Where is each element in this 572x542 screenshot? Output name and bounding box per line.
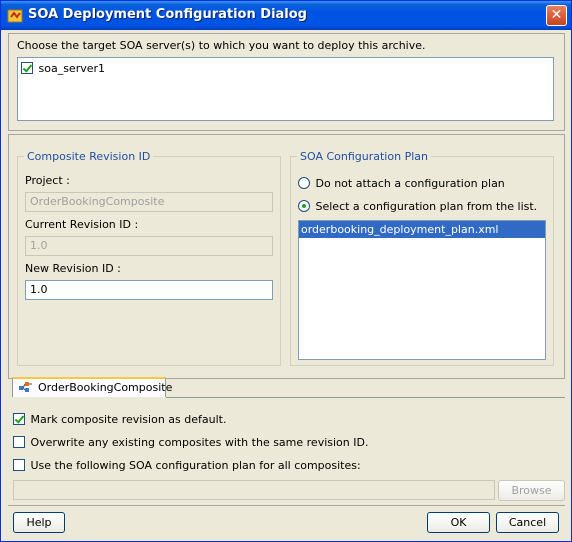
project-label: Project : xyxy=(25,174,70,187)
tab-strip-line xyxy=(166,397,565,398)
radio-select-plan[interactable]: Select a configuration plan from the lis… xyxy=(298,199,537,213)
project-field: OrderBookingComposite xyxy=(25,192,273,212)
title-bar[interactable]: SOA Deployment Configuration Dialog ✕ xyxy=(1,1,571,30)
overwrite-option[interactable]: Overwrite any existing composites with t… xyxy=(13,435,368,449)
window-title: SOA Deployment Configuration Dialog xyxy=(28,7,307,22)
composite-revision-group: Composite Revision ID Project : OrderBoo… xyxy=(17,150,281,366)
plan-path-field xyxy=(13,480,495,500)
config-plan-group: SOA Configuration Plan Do not attach a c… xyxy=(290,150,554,366)
use-plan-option[interactable]: Use the following SOA configuration plan… xyxy=(13,458,361,472)
ok-button[interactable]: OK xyxy=(427,512,490,533)
mark-default-label: Mark composite revision as default. xyxy=(30,412,227,426)
server-item[interactable]: soa_server1 xyxy=(21,61,105,75)
config-plan-title: SOA Configuration Plan xyxy=(297,150,431,163)
cancel-button[interactable]: Cancel xyxy=(496,512,559,533)
new-revision-label: New Revision ID : xyxy=(25,262,121,275)
radio-no-plan[interactable]: Do not attach a configuration plan xyxy=(298,176,505,190)
server-name: soa_server1 xyxy=(38,61,106,75)
tab-label: OrderBookingComposite xyxy=(38,381,173,394)
separator xyxy=(8,505,565,506)
radio-no-plan-button[interactable] xyxy=(298,177,310,189)
browse-button: Browse xyxy=(498,480,565,501)
close-button[interactable]: ✕ xyxy=(546,5,567,26)
server-checkbox[interactable] xyxy=(21,62,33,74)
tab-order-booking-composite[interactable]: OrderBookingComposite xyxy=(12,377,172,397)
plan-list-item[interactable]: orderbooking_deployment_plan.xml xyxy=(299,221,545,238)
dialog-window: SOA Deployment Configuration Dialog ✕ Ch… xyxy=(0,0,572,542)
app-icon xyxy=(7,8,23,24)
overwrite-checkbox[interactable] xyxy=(13,436,25,448)
composite-icon xyxy=(18,380,34,397)
radio-select-plan-button[interactable] xyxy=(298,200,310,212)
help-button[interactable]: Help xyxy=(13,512,65,533)
overwrite-label: Overwrite any existing composites with t… xyxy=(30,435,369,449)
server-section: Choose the target SOA server(s) to which… xyxy=(8,33,565,131)
current-revision-field: 1.0 xyxy=(25,236,273,256)
composite-tab-panel: Composite Revision ID Project : OrderBoo… xyxy=(8,134,565,379)
use-plan-label: Use the following SOA configuration plan… xyxy=(30,458,361,472)
composite-revision-title: Composite Revision ID xyxy=(24,150,154,163)
mark-default-checkbox[interactable] xyxy=(13,413,25,425)
use-plan-checkbox[interactable] xyxy=(13,459,25,471)
radio-no-plan-label: Do not attach a configuration plan xyxy=(315,176,505,190)
plan-list[interactable]: orderbooking_deployment_plan.xml xyxy=(298,220,546,360)
new-revision-field[interactable]: 1.0 xyxy=(25,280,273,300)
radio-select-plan-label: Select a configuration plan from the lis… xyxy=(315,199,538,213)
server-list[interactable]: soa_server1 xyxy=(17,57,554,121)
mark-default-option[interactable]: Mark composite revision as default. xyxy=(13,412,226,426)
server-prompt: Choose the target SOA server(s) to which… xyxy=(17,39,426,52)
current-revision-label: Current Revision ID : xyxy=(25,218,139,231)
